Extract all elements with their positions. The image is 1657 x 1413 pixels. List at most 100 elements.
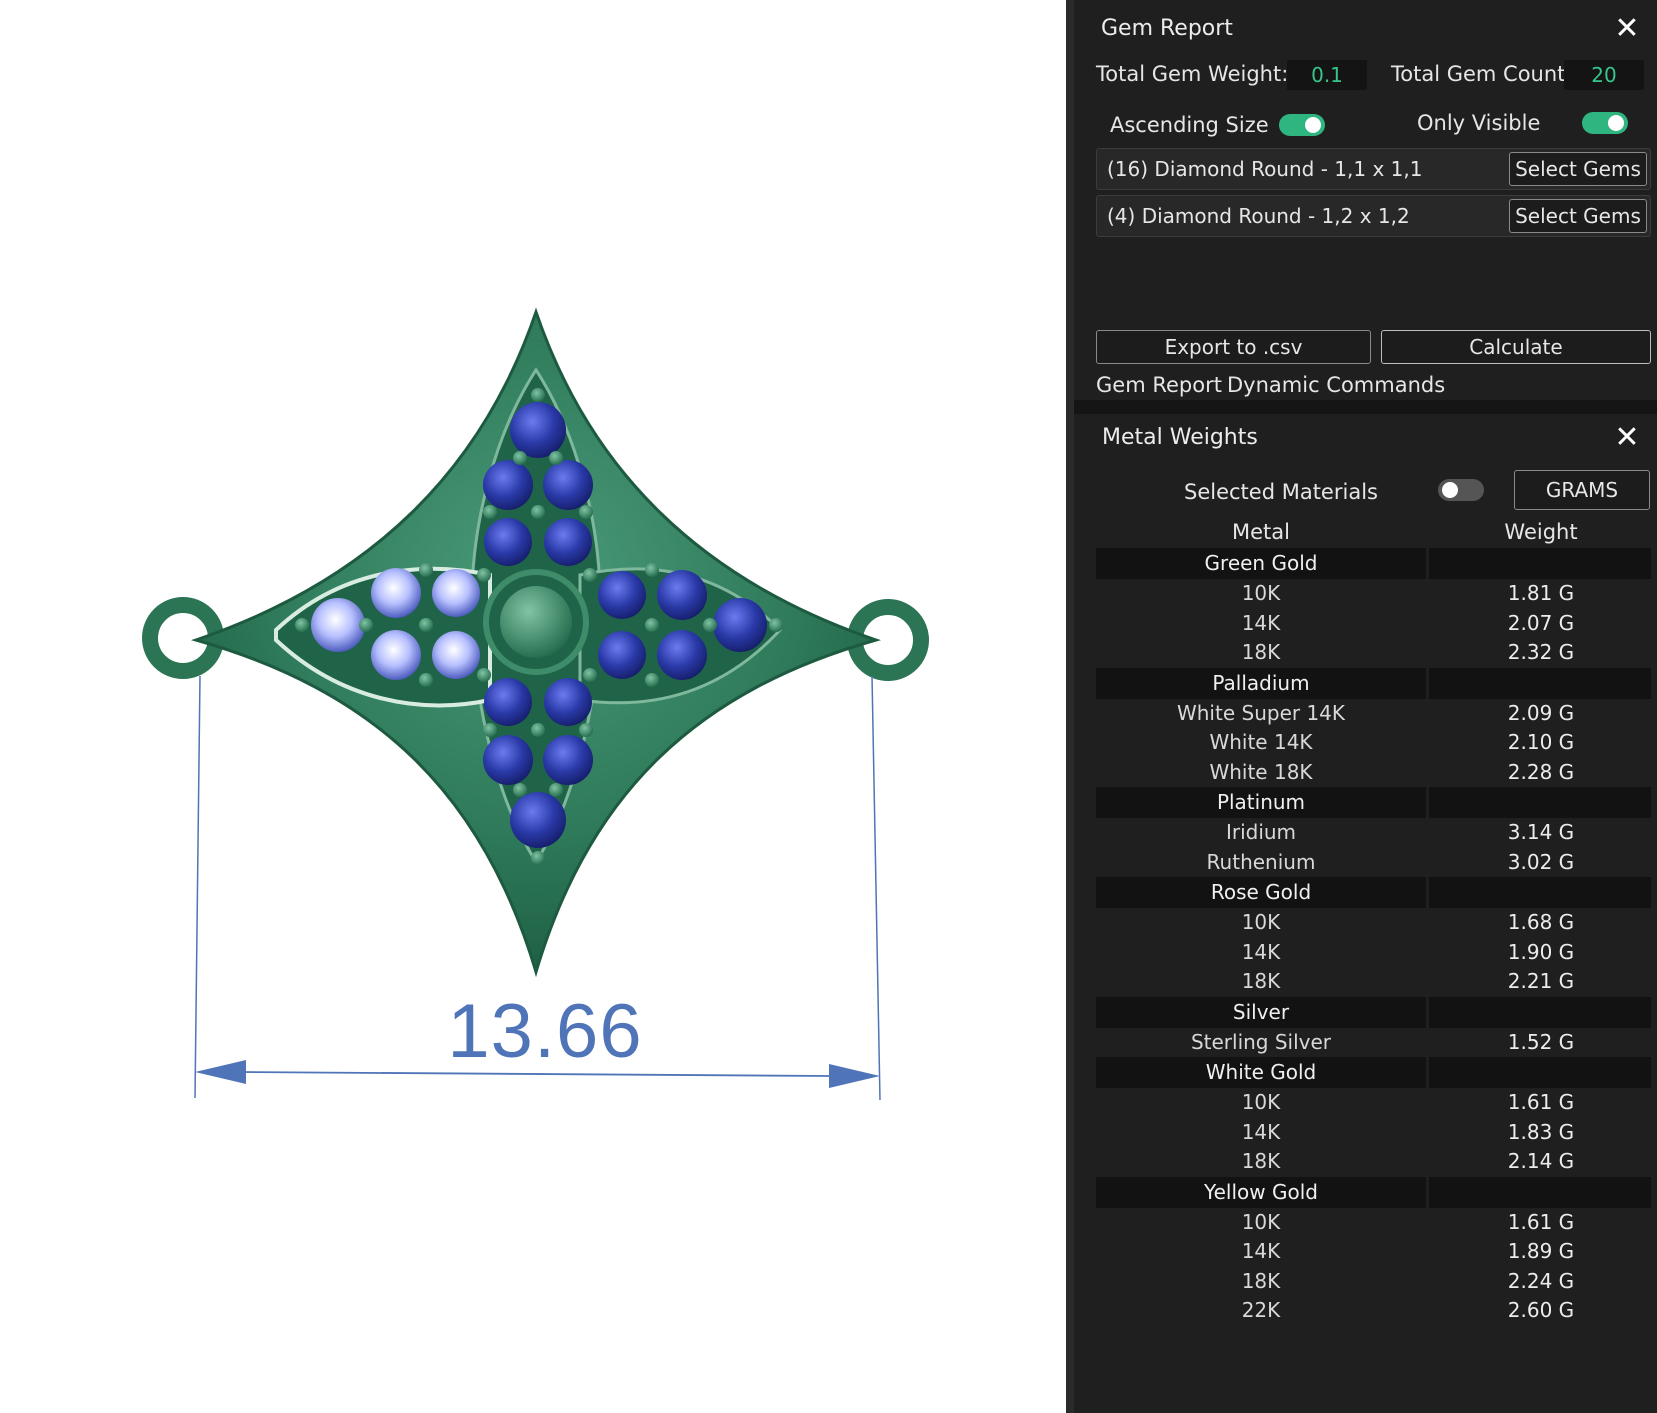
3d-viewport[interactable]: 13.66 <box>0 0 1066 1413</box>
metal-weight-value: 1.52 G <box>1507 1029 1575 1054</box>
metal-weight-row: White 14K 2.10 G <box>1096 728 1651 758</box>
column-divider <box>1426 996 1429 1028</box>
metal-weights-title: Metal Weights <box>1102 425 1258 450</box>
column-divider <box>1426 667 1429 699</box>
total-gem-weight-label: Total Gem Weight: <box>1096 62 1289 86</box>
metal-name: Sterling Silver <box>1190 1029 1332 1054</box>
only-visible-toggle[interactable] <box>1582 112 1628 134</box>
metal-weights-close-icon[interactable]: ✕ <box>1614 423 1640 453</box>
gem-list-item: (16) Diamond Round - 1,1 x 1,1 Select Ge… <box>1096 148 1651 190</box>
side-panel: Gem Report ✕ Total Gem Weight: 0.1 Total… <box>1066 0 1657 1413</box>
metal-weight-row: 10K 1.61 G <box>1096 1208 1651 1238</box>
metal-name: 14K <box>1241 1119 1281 1144</box>
metal-name: 18K <box>1241 1268 1281 1293</box>
metal-weight-value: 3.02 G <box>1507 849 1575 874</box>
metal-weight-row: Sterling Silver 1.52 G <box>1096 1028 1651 1058</box>
metal-weight-row: 18K 2.21 G <box>1096 967 1651 997</box>
metal-weight-value: 1.90 G <box>1507 939 1575 964</box>
metal-name: 10K <box>1241 1209 1281 1234</box>
section-divider <box>1074 400 1657 414</box>
metal-name: 10K <box>1241 581 1281 605</box>
metal-weight-value: 2.14 G <box>1507 1149 1575 1173</box>
units-button[interactable]: GRAMS <box>1514 470 1650 510</box>
gem-description: (4) Diamond Round - 1,2 x 1,2 <box>1107 204 1410 228</box>
metal-weight-row: Ruthenium 3.02 G <box>1096 848 1651 878</box>
metal-weight-value: 2.24 G <box>1507 1268 1575 1293</box>
ascending-size-label: Ascending Size <box>1110 113 1269 137</box>
metal-weight-row: 14K 1.89 G <box>1096 1237 1651 1267</box>
metal-weight-value: 2.60 G <box>1507 1298 1575 1322</box>
column-divider <box>1426 877 1429 908</box>
column-divider <box>1426 1057 1429 1088</box>
metal-group-row: Platinum <box>1096 787 1651 818</box>
column-divider <box>1426 548 1429 579</box>
gem-report-close-icon[interactable]: ✕ <box>1614 14 1640 44</box>
metal-name: 14K <box>1241 610 1281 635</box>
dimension-value: 13.66 <box>447 989 643 1074</box>
toggle-knob <box>1442 482 1458 498</box>
metal-weight-value: 2.09 G <box>1507 700 1575 725</box>
metal-name: 18K <box>1241 969 1281 993</box>
column-divider <box>1426 1176 1429 1208</box>
metal-group-row: Yellow Gold <box>1096 1176 1651 1208</box>
column-divider <box>1426 787 1429 818</box>
metal-weight-value: 1.81 G <box>1507 581 1575 605</box>
metal-weight-value: 2.10 G <box>1507 730 1575 754</box>
metal-name: Ruthenium <box>1206 849 1316 874</box>
metal-weight-row: Iridium 3.14 G <box>1096 818 1651 848</box>
selected-materials-toggle[interactable] <box>1438 479 1484 501</box>
metal-group-name: Platinum <box>1216 790 1306 814</box>
metal-group-row: Silver <box>1096 996 1651 1028</box>
metal-group-row: Rose Gold <box>1096 877 1651 908</box>
metal-weight-value: 1.89 G <box>1507 1239 1575 1263</box>
metal-weight-value: 1.68 G <box>1507 910 1575 934</box>
metal-weight-value: 2.28 G <box>1507 759 1575 784</box>
metal-group-name: Palladium <box>1212 670 1310 695</box>
select-gems-button[interactable]: Select Gems <box>1509 199 1647 233</box>
metal-group-row: Green Gold <box>1096 548 1651 579</box>
metal-name: 10K <box>1241 1090 1281 1114</box>
metal-group-name: Silver <box>1232 999 1290 1024</box>
tab-dynamic-commands[interactable]: Dynamic Commands <box>1227 373 1445 397</box>
metal-group-row: White Gold <box>1096 1057 1651 1088</box>
metal-name: 22K <box>1241 1298 1281 1322</box>
ascending-size-toggle[interactable] <box>1279 114 1325 136</box>
only-visible-label: Only Visible <box>1417 111 1541 135</box>
metal-weight-row: White Super 14K 2.09 G <box>1096 699 1651 729</box>
metal-name: White 14K <box>1209 730 1313 754</box>
metal-weight-row: 22K 2.60 G <box>1096 1296 1651 1326</box>
gem-list-item: (4) Diamond Round - 1,2 x 1,2 Select Gem… <box>1096 195 1651 237</box>
metal-weight-row: 18K 2.32 G <box>1096 638 1651 668</box>
metal-weight-value: 1.61 G <box>1507 1209 1575 1234</box>
metal-name: Iridium <box>1225 820 1297 844</box>
metal-weight-row: 10K 1.81 G <box>1096 579 1651 609</box>
metal-weight-row: 18K 2.24 G <box>1096 1267 1651 1297</box>
metal-name: White Super 14K <box>1176 700 1346 725</box>
gem-report-title: Gem Report <box>1101 16 1233 41</box>
column-header-metal: Metal <box>1232 520 1290 544</box>
calculate-button[interactable]: Calculate <box>1381 330 1651 364</box>
metal-weight-value: 2.07 G <box>1507 610 1575 635</box>
metal-weight-value: 2.21 G <box>1507 969 1575 993</box>
metal-weight-row: 10K 1.61 G <box>1096 1088 1651 1118</box>
pendant-model <box>142 307 929 1101</box>
metal-group-name: Yellow Gold <box>1204 1179 1318 1204</box>
export-csv-button[interactable]: Export to .csv <box>1096 330 1371 364</box>
metal-name: 10K <box>1241 910 1281 934</box>
tab-gem-report[interactable]: Gem Report <box>1096 373 1222 397</box>
metal-group-name: Rose Gold <box>1210 880 1312 904</box>
metal-name: 18K <box>1241 1149 1281 1173</box>
metal-group-row: Palladium <box>1096 667 1651 699</box>
selected-materials-label: Selected Materials <box>1184 480 1378 504</box>
toggle-knob <box>1305 117 1321 133</box>
column-header-weight: Weight <box>1504 520 1578 544</box>
metal-group-name: Green Gold <box>1204 551 1318 575</box>
total-gem-count-value: 20 <box>1564 60 1644 90</box>
select-gems-button[interactable]: Select Gems <box>1509 152 1647 186</box>
metal-weight-value: 2.32 G <box>1507 640 1575 664</box>
total-gem-weight-value: 0.1 <box>1287 60 1367 90</box>
metal-name: 18K <box>1241 640 1281 664</box>
metal-weight-row: 14K 2.07 G <box>1096 609 1651 639</box>
metal-weight-row: 14K 1.90 G <box>1096 938 1651 968</box>
metal-weight-value: 1.83 G <box>1507 1119 1575 1144</box>
